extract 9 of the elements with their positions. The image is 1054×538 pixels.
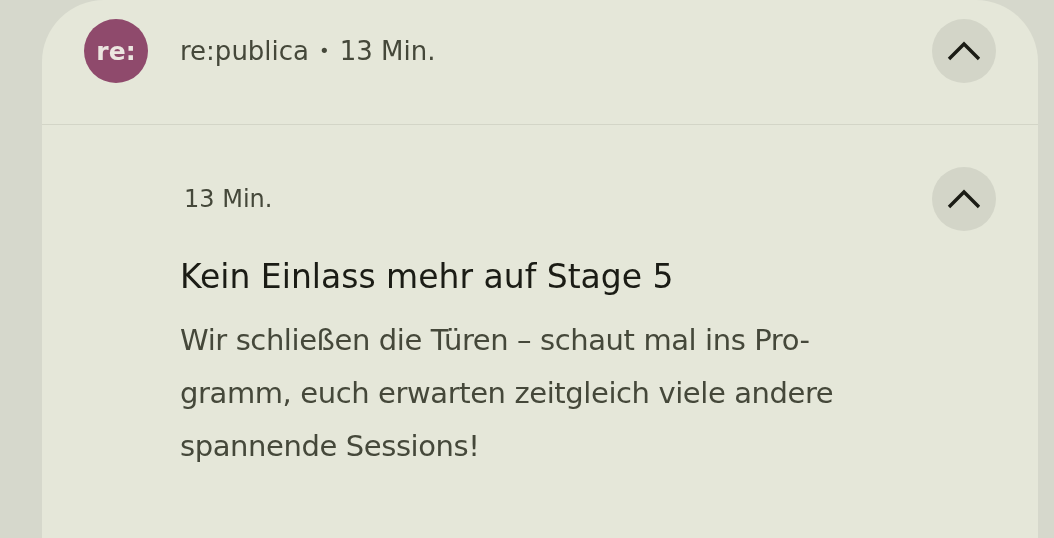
caret-icon bbox=[946, 188, 982, 210]
message-body: Wir schließen die Türen – schaut mal ins Pro- gramm, euch erwarten zeitgleich viele andere spannende Sessions! bbox=[180, 322, 835, 465]
message-title: Kein Einlass mehr auf Stage 5 bbox=[180, 257, 675, 296]
message-time: 13 Min. bbox=[184, 185, 273, 213]
caret-icon bbox=[946, 40, 982, 62]
separator-dot: • bbox=[319, 39, 330, 63]
notification-time: 13 Min. bbox=[339, 35, 436, 68]
app-avatar: re: bbox=[84, 19, 148, 83]
app-name: re:publica bbox=[180, 35, 310, 68]
